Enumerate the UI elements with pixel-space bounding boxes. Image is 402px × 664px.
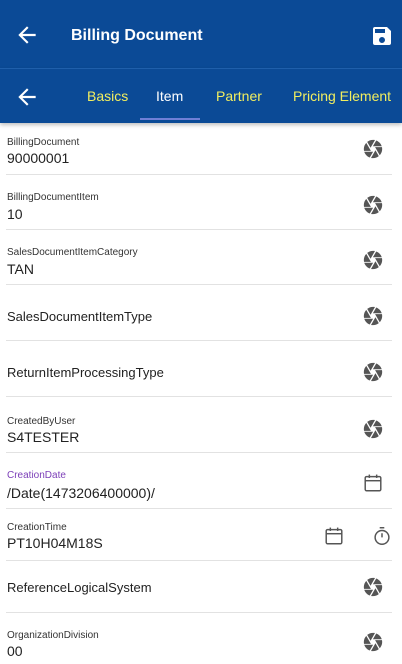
back-arrow-icon[interactable]: [14, 22, 40, 48]
aperture-icon[interactable]: [362, 194, 384, 216]
field-value: S4TESTER: [7, 429, 80, 445]
field-value: 10: [7, 206, 23, 222]
field-row-billing-document-item[interactable]: BillingDocumentItem 10: [0, 175, 402, 230]
active-tab-indicator: [140, 118, 200, 120]
field-value: 00: [7, 643, 23, 659]
page-title: Billing Document: [71, 27, 203, 44]
tab-basics[interactable]: Basics: [87, 88, 128, 104]
aperture-icon[interactable]: [362, 138, 384, 160]
calendar-icon[interactable]: [362, 472, 384, 494]
aperture-icon[interactable]: [362, 305, 384, 327]
timer-icon[interactable]: [371, 525, 393, 547]
field-row-creation-time[interactable]: CreationTime PT10H04M18S: [0, 509, 402, 561]
tab-item[interactable]: Item: [156, 88, 183, 104]
tab-back-arrow-icon[interactable]: [14, 84, 40, 110]
aperture-icon[interactable]: [362, 249, 384, 271]
field-label: CreatedByUser: [7, 416, 76, 427]
field-row-organization-division[interactable]: OrganizationDivision 00: [0, 613, 402, 664]
field-label: ReferenceLogicalSystem: [7, 580, 152, 595]
tab-pricing-element[interactable]: Pricing Element: [293, 88, 391, 104]
field-label: BillingDocument: [7, 137, 80, 148]
calendar-icon[interactable]: [323, 525, 345, 547]
field-row-reference-logical-system[interactable]: ReferenceLogicalSystem: [0, 561, 402, 613]
aperture-icon[interactable]: [362, 361, 384, 383]
field-label: BillingDocumentItem: [7, 192, 99, 203]
field-row-creation-date[interactable]: CreationDate /Date(1473206400000)/: [0, 453, 402, 509]
field-value[interactable]: /Date(1473206400000)/: [7, 485, 155, 501]
field-label: ReturnItemProcessingType: [7, 365, 164, 380]
field-row-sales-document-item-category[interactable]: SalesDocumentItemCategory TAN: [0, 230, 402, 285]
field-row-billing-document[interactable]: BillingDocument 90000001: [0, 123, 402, 175]
field-label: SalesDocumentItemType: [7, 309, 153, 324]
field-value: 90000001: [7, 150, 70, 166]
field-label: SalesDocumentItemCategory: [7, 247, 138, 258]
field-label: CreationDate: [7, 470, 66, 481]
field-row-return-item-processing-type[interactable]: ReturnItemProcessingType: [0, 341, 402, 397]
field-label: CreationTime: [7, 522, 67, 533]
tab-partner[interactable]: Partner: [216, 88, 262, 104]
app-bar: Billing Document: [0, 0, 402, 68]
field-value: TAN: [7, 261, 34, 277]
save-icon[interactable]: [370, 24, 394, 48]
aperture-icon[interactable]: [362, 576, 384, 598]
aperture-icon[interactable]: [362, 631, 384, 653]
aperture-icon[interactable]: [362, 418, 384, 440]
field-row-sales-document-item-type[interactable]: SalesDocumentItemType: [0, 285, 402, 341]
field-value: PT10H04M18S: [7, 535, 103, 551]
tab-bar: Basics Item Partner Pricing Element: [0, 68, 402, 123]
field-row-created-by-user[interactable]: CreatedByUser S4TESTER: [0, 397, 402, 453]
field-label: OrganizationDivision: [7, 630, 99, 641]
